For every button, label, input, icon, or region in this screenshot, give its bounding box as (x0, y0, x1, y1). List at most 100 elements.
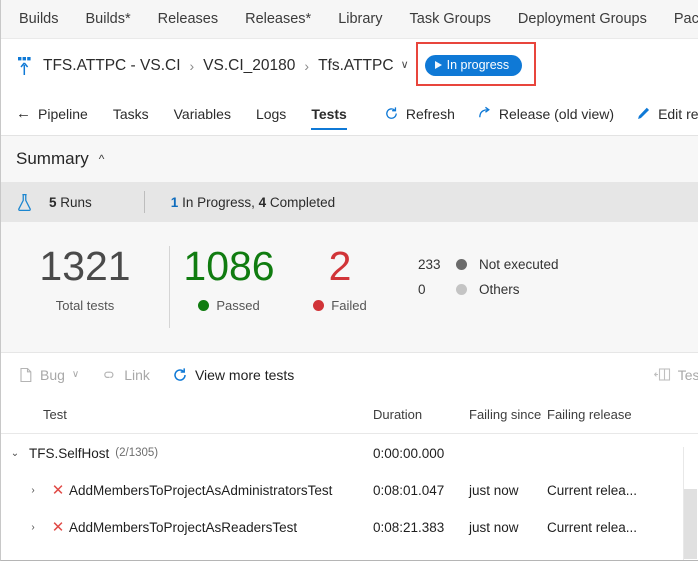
external-arrow-icon (479, 106, 490, 118)
link-label: Link (124, 366, 150, 383)
test-panel-label: Test r (677, 366, 698, 383)
edit-release-label: Edit re (658, 105, 698, 122)
duration-cell: 0:00:00.000 (373, 445, 445, 461)
failed-dot-icon (313, 300, 325, 311)
view-more-tests-label: View more tests (194, 366, 295, 383)
nav-item-library[interactable]: Library (338, 11, 382, 27)
failed-x-icon: ✕ (51, 519, 65, 536)
test-group-name: TFS.SelfHost (29, 445, 110, 461)
stat-not-executed[interactable]: 233 Not executed (418, 252, 559, 277)
release-tests-page: Builds Builds* Releases Releases* Librar… (0, 0, 698, 561)
tab-back-pipeline[interactable]: ← Pipeline (16, 92, 88, 136)
table-row[interactable]: › ✕ AddMembersToProjectAsReadersTest 0:0… (1, 509, 698, 546)
chevron-right-icon[interactable]: › (19, 485, 47, 496)
others-dot-icon (456, 284, 467, 295)
runs-count: 5 (49, 194, 57, 210)
passed-value: 1086 (183, 243, 275, 289)
others-label: Others (479, 282, 520, 297)
column-header-duration[interactable]: Duration (373, 407, 469, 422)
failing-release-cell[interactable]: Current relea... (547, 520, 657, 535)
chevron-right-icon[interactable]: › (19, 522, 47, 533)
table-header: Test Duration Failing since Failing rele… (1, 396, 698, 434)
tab-logs[interactable]: Logs (256, 92, 286, 136)
arrow-left-icon: ← (16, 105, 31, 122)
nav-item-releases[interactable]: Releases (158, 11, 218, 27)
nav-item-builds[interactable]: Builds (19, 11, 59, 27)
nav-item-releases-star[interactable]: Releases* (245, 11, 311, 27)
test-name-cell: › ✕ AddMembersToProjectAsAdministratorsT… (1, 483, 373, 498)
nav-item-packages[interactable]: Packages (674, 11, 698, 27)
failing-release-cell[interactable]: Current relea... (547, 483, 657, 498)
play-icon (434, 61, 442, 69)
release-rocket-icon (18, 56, 31, 75)
view-more-tests-button[interactable]: View more tests (172, 367, 294, 383)
minor-stats: 233 Not executed 0 Others (418, 244, 559, 302)
not-executed-label: Not executed (479, 257, 559, 272)
duration-cell: 0:08:01.047 (373, 483, 445, 498)
failed-label: Failed (331, 298, 367, 313)
table-row[interactable]: ⌄ TFS.SelfHost (2/1305) 0:00:00.000 (1, 434, 698, 472)
tab-back-label: Pipeline (38, 105, 88, 122)
breadcrumb: TFS.ATTPC - VS.CI › VS.CI_20180 › Tfs.AT… (1, 39, 698, 92)
column-header-failing-since[interactable]: Failing since (469, 407, 547, 422)
refresh-icon (174, 367, 186, 381)
stat-passed[interactable]: 1086 Passed (170, 243, 288, 314)
total-tests-value: 1321 (39, 243, 131, 289)
passed-label: Passed (216, 298, 260, 313)
tab-variables[interactable]: Variables (174, 92, 231, 136)
tab-tasks[interactable]: Tasks (113, 92, 149, 136)
release-old-view-button[interactable]: Release (old view) (477, 106, 614, 122)
refresh-label: Refresh (405, 105, 455, 122)
breadcrumb-item-1[interactable]: VS.CI_20180 (203, 57, 295, 75)
scrollbar-thumb[interactable] (684, 489, 697, 559)
column-header-test[interactable]: Test (1, 407, 373, 422)
refresh-button[interactable]: Refresh (384, 106, 455, 122)
breadcrumb-item-2[interactable]: Tfs.ATTPC (318, 57, 394, 75)
summary-header[interactable]: Summary ^ (1, 136, 698, 182)
chevron-down-icon[interactable]: ∨ (72, 369, 79, 380)
bug-label: Bug (40, 366, 65, 383)
panel-icon (653, 368, 670, 381)
bug-button[interactable]: Bug ∨ (19, 367, 79, 383)
status-badge[interactable]: In progress (424, 55, 523, 76)
link-button[interactable]: Link (101, 367, 150, 383)
failed-legend: Failed (288, 298, 392, 313)
breadcrumb-separator: › (189, 57, 195, 74)
test-panel-button[interactable]: Test r (653, 366, 698, 383)
duration-cell: 0:08:21.383 (373, 520, 445, 535)
stats-row: 1321 Total tests 1086 Passed 2 Failed 23… (1, 222, 698, 352)
refresh-icon (386, 107, 397, 119)
runs-bar: 5 Runs 1 In Progress, 4 Completed (1, 182, 698, 222)
nav-item-task-groups[interactable]: Task Groups (410, 11, 491, 27)
test-group-cell: ⌄ TFS.SelfHost (2/1305) (1, 446, 373, 461)
tab-tests[interactable]: Tests (311, 92, 347, 136)
failed-value: 2 (328, 243, 352, 289)
scrollbar-track[interactable] (684, 447, 697, 489)
chevron-up-icon[interactable]: ^ (99, 152, 105, 166)
total-tests-label: Total tests (55, 298, 115, 313)
summary-title: Summary (16, 149, 89, 168)
not-executed-value: 233 (418, 257, 441, 272)
column-header-failing-release[interactable]: Failing release (547, 407, 657, 422)
summary-card: Summary ^ 5 Runs 1 In Progress, 4 Comple… (1, 136, 698, 352)
nav-item-deployment-groups[interactable]: Deployment Groups (518, 11, 647, 27)
nav-item-builds-star[interactable]: Builds* (86, 11, 131, 27)
stat-failed[interactable]: 2 Failed (288, 244, 392, 313)
bug-file-icon (20, 367, 32, 382)
edit-release-button[interactable]: Edit re (636, 106, 698, 122)
in-progress-label: In Progress, (182, 194, 255, 210)
passed-dot-icon (198, 300, 210, 311)
runs-count-label: 5 Runs (49, 195, 92, 210)
stat-others[interactable]: 0 Others (418, 277, 559, 302)
tab-bar: ← Pipeline Tasks Variables Logs Tests Re… (1, 92, 698, 136)
completed-label: Completed (269, 194, 336, 210)
test-group-count: (2/1305) (115, 447, 159, 459)
chevron-down-icon[interactable]: ∨ (401, 60, 409, 71)
breadcrumb-separator: › (304, 57, 310, 74)
breadcrumb-item-0[interactable]: TFS.ATTPC - VS.CI (43, 57, 181, 75)
table-row[interactable]: › ✕ AddMembersToProjectAsAdministratorsT… (1, 472, 698, 509)
not-executed-dot-icon (456, 259, 467, 270)
chevron-down-icon[interactable]: ⌄ (1, 448, 29, 459)
test-name-cell: › ✕ AddMembersToProjectAsReadersTest (1, 520, 373, 535)
completed-count: 4 (258, 194, 267, 210)
